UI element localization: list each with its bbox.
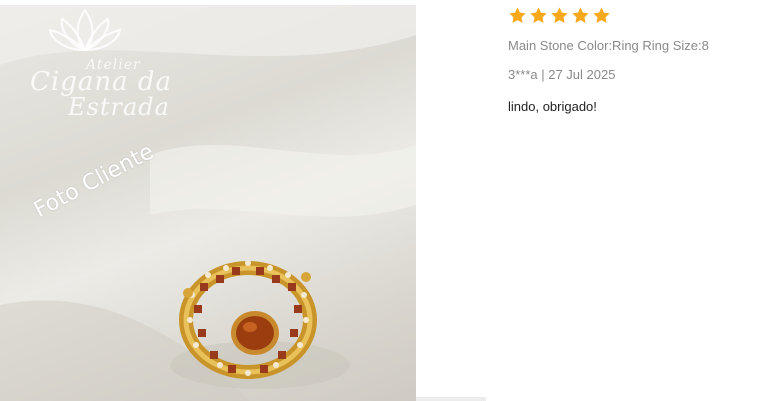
star-icon [551, 7, 568, 23]
review-author-date: 3***a | 27 Jul 2025 [508, 67, 616, 82]
review-comment: lindo, obrigado! [508, 99, 597, 114]
review-sku: Main Stone Color:Ring Ring Size:8 [508, 38, 709, 53]
watermark-estrada: Estrada [68, 93, 170, 121]
star-rating [508, 6, 758, 26]
review-details: Main Stone Color:Ring Ring Size:8 3***a … [508, 6, 758, 114]
divider [416, 397, 486, 401]
star-icon [572, 7, 589, 23]
star-icon [530, 7, 547, 23]
star-icon [509, 7, 526, 23]
star-icon [593, 7, 610, 23]
review-photo[interactable]: Atelier Cigana da Estrada Foto Cliente [0, 5, 416, 401]
